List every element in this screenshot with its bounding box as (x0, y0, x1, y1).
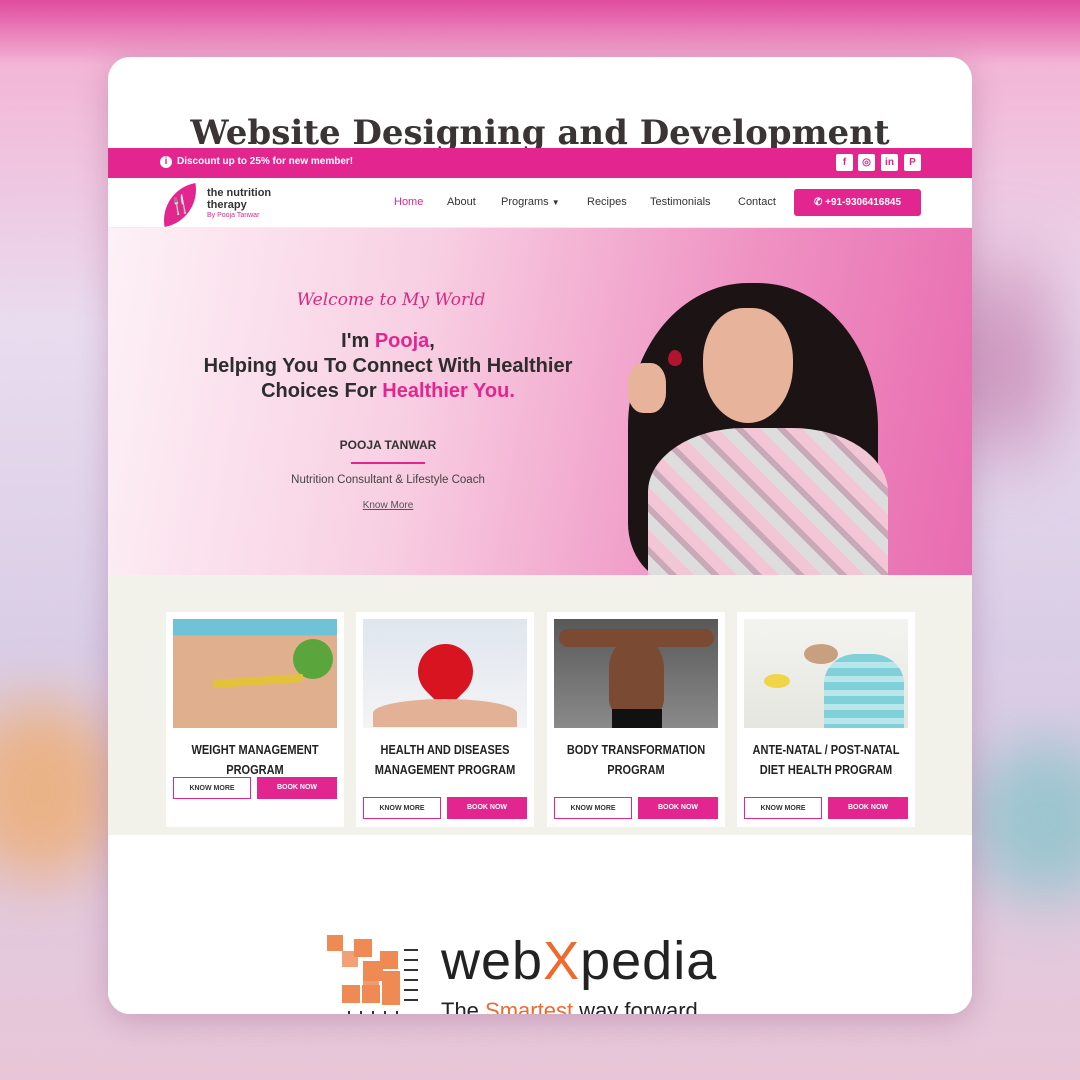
hero-name-underline (351, 462, 425, 464)
nav-home[interactable]: Home (394, 196, 423, 208)
nav-contact[interactable]: Contact (738, 196, 776, 208)
know-more-button[interactable]: KNOW MORE (173, 777, 251, 799)
nav-recipes[interactable]: Recipes (587, 196, 627, 208)
tagline-highlight: Smartest (485, 998, 574, 1014)
hero-role: Nutrition Consultant & Lifestyle Coach (291, 474, 485, 486)
linkedin-icon[interactable]: in (881, 154, 898, 171)
antenatal-image (744, 619, 908, 728)
facebook-icon[interactable]: f (836, 154, 853, 171)
program-title: HEALTH AND DISEASES MANAGEMENT PROGRAM (374, 743, 516, 777)
tagline-post: way forward (573, 998, 698, 1014)
strawberry-image (668, 350, 682, 366)
hero-section: Welcome to My World I'm Pooja, Helping Y… (108, 228, 972, 575)
brand-name-x: X (543, 931, 581, 991)
brand-name-post: pedia (580, 931, 718, 991)
hero-line3-pre: Choices For (261, 380, 383, 402)
call-button[interactable]: ✆ +91-9306416845 (794, 189, 921, 216)
book-now-button[interactable]: BOOK NOW (257, 777, 337, 799)
promo-text: Discount up to 25% for new member! (177, 156, 354, 167)
phone-icon: ✆ (813, 197, 823, 208)
brand-name-pre: web (441, 931, 544, 991)
info-icon: i (160, 156, 172, 168)
program-card: WEIGHT MANAGEMENT PROGRAM KNOW MORE BOOK… (166, 612, 344, 827)
know-more-button[interactable]: KNOW MORE (363, 797, 441, 819)
call-button-label: +91-9306416845 (825, 197, 902, 208)
program-title: ANTE-NATAL / POST-NATAL DIET HEALTH PROG… (752, 743, 900, 777)
hero-line-2: Helping You To Connect With Healthier (203, 355, 573, 377)
nav-about[interactable]: About (447, 196, 476, 208)
hero-name-highlight: Pooja (374, 330, 430, 352)
logo-byline: By Pooja Tanwar (207, 212, 260, 219)
hero-portrait-hand (628, 363, 666, 413)
know-more-button[interactable]: KNOW MORE (554, 797, 632, 819)
book-now-button[interactable]: BOOK NOW (828, 797, 908, 819)
book-now-button[interactable]: BOOK NOW (447, 797, 527, 819)
program-title: BODY TRANSFORMATION PROGRAM (566, 743, 706, 777)
health-diseases-image (363, 619, 527, 728)
hero-line1-post: , (429, 330, 435, 352)
body-transformation-image (554, 619, 718, 728)
hero-welcome: Welcome to My World (296, 290, 486, 310)
program-card: BODY TRANSFORMATION PROGRAM KNOW MORE BO… (547, 612, 725, 827)
know-more-button[interactable]: KNOW MORE (744, 797, 822, 819)
chevron-down-icon: ▼ (551, 198, 560, 207)
background-blur-teal (970, 740, 1080, 900)
hero-know-more-link[interactable]: Know More (348, 500, 428, 511)
hero-portrait-face (703, 308, 793, 423)
program-card: HEALTH AND DISEASES MANAGEMENT PROGRAM K… (356, 612, 534, 827)
showcase-card: Website Designing and Development i Disc… (108, 57, 972, 1014)
hero-line-1: I'm Pooja, (108, 330, 668, 353)
logo-text-line1[interactable]: the nutrition (207, 187, 271, 199)
weight-management-image (173, 619, 337, 728)
website-preview: i Discount up to 25% for new member! f ◎… (108, 148, 972, 893)
brand-tagline: The Smartest way forward (441, 998, 698, 1014)
book-now-button[interactable]: BOOK NOW (638, 797, 718, 819)
brand-footer: webXpedia The Smartest way forward (108, 893, 972, 1014)
hero-line1-pre: I'm (341, 330, 375, 352)
tagline-pre: The (441, 998, 486, 1014)
nav-programs[interactable]: Programs ▼ (501, 196, 560, 208)
hero-portrait-body (648, 428, 888, 575)
promo-bar: i Discount up to 25% for new member! f ◎… (108, 148, 972, 178)
hero-highlight: Healthier You. (382, 380, 515, 402)
background-blur-orange (0, 700, 120, 880)
nav-programs-label: Programs (501, 196, 549, 208)
program-title: WEIGHT MANAGEMENT PROGRAM (191, 743, 319, 777)
hero-person-name: POOJA TANWAR (339, 438, 437, 452)
pinterest-icon[interactable]: P (904, 154, 921, 171)
nav-testimonials[interactable]: Testimonials (650, 196, 711, 208)
brand-name: webXpedia (441, 931, 717, 991)
programs-section: WEIGHT MANAGEMENT PROGRAM KNOW MORE BOOK… (108, 575, 972, 835)
logo-text-line2[interactable]: therapy (207, 199, 247, 211)
main-nav: 🍴 the nutrition therapy By Pooja Tanwar … (108, 178, 972, 228)
program-card: ANTE-NATAL / POST-NATAL DIET HEALTH PROG… (737, 612, 915, 827)
instagram-icon[interactable]: ◎ (858, 154, 875, 171)
hero-line-3: Choices For Healthier You. (108, 380, 668, 403)
logo-leaf-icon[interactable]: 🍴 (157, 182, 203, 228)
